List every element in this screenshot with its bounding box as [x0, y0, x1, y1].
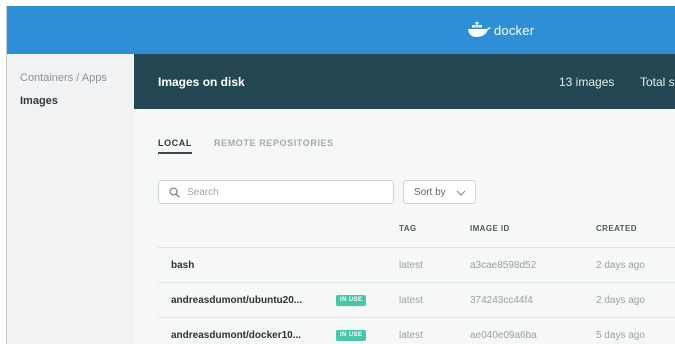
tab-remote-repositories[interactable]: REMOTE REPOSITORIES — [214, 138, 334, 148]
image-name: bash — [171, 260, 195, 271]
sidebar-item-containers-apps[interactable]: Containers / Apps — [20, 72, 107, 84]
images-header: Images on disk 13 images Total s — [134, 54, 675, 109]
table-row[interactable]: andreasdumont/docker10... IN USE latest … — [158, 317, 675, 344]
image-tag: latest — [399, 260, 423, 271]
image-created: 2 days ago — [596, 295, 645, 306]
sidebar-item-images[interactable]: Images — [20, 95, 58, 107]
image-id: 374243cc44f4 — [470, 295, 533, 306]
tab-local[interactable]: LOCAL — [158, 138, 192, 154]
docker-whale-icon — [468, 22, 491, 37]
in-use-badge: IN USE — [336, 330, 367, 341]
image-id: a3cae8598d52 — [470, 260, 537, 271]
in-use-badge: IN USE — [336, 295, 367, 306]
chevron-down-icon — [456, 190, 466, 196]
search-input[interactable] — [187, 184, 387, 200]
image-created: 2 days ago — [596, 260, 645, 271]
sort-by-label: Sort by — [414, 187, 446, 198]
image-id: ae040e09a6ba — [470, 330, 537, 341]
image-created: 5 days ago — [596, 330, 645, 341]
total-size: Total s — [640, 75, 675, 89]
main-content: LOCAL REMOTE REPOSITORIES Sort by TAG IM… — [134, 109, 675, 344]
brand-text: docker — [494, 22, 535, 38]
column-header-image-id[interactable]: IMAGE ID — [470, 224, 510, 233]
column-header-tag[interactable]: TAG — [399, 224, 417, 233]
image-count: 13 images — [559, 75, 615, 89]
docker-logo: docker — [467, 18, 534, 42]
sidebar: Containers / Apps Images — [7, 54, 134, 344]
search-icon — [169, 187, 180, 198]
table-row[interactable]: andreasdumont/ubuntu20... IN USE latest … — [158, 282, 675, 317]
column-header-created[interactable]: CREATED — [596, 224, 637, 233]
sort-by-dropdown[interactable]: Sort by — [403, 180, 476, 204]
docker-desktop-window: docker Containers / Apps Images Images o… — [0, 0, 675, 344]
search-box[interactable] — [158, 180, 394, 204]
page-title: Images on disk — [158, 75, 245, 89]
image-tag: latest — [399, 330, 423, 341]
table-row[interactable]: bash latest a3cae8598d52 2 days ago — [158, 247, 675, 282]
top-bar: docker — [7, 6, 675, 54]
image-tag: latest — [399, 295, 423, 306]
image-name: andreasdumont/ubuntu20... — [171, 295, 303, 306]
image-name: andreasdumont/docker10... — [171, 330, 302, 341]
